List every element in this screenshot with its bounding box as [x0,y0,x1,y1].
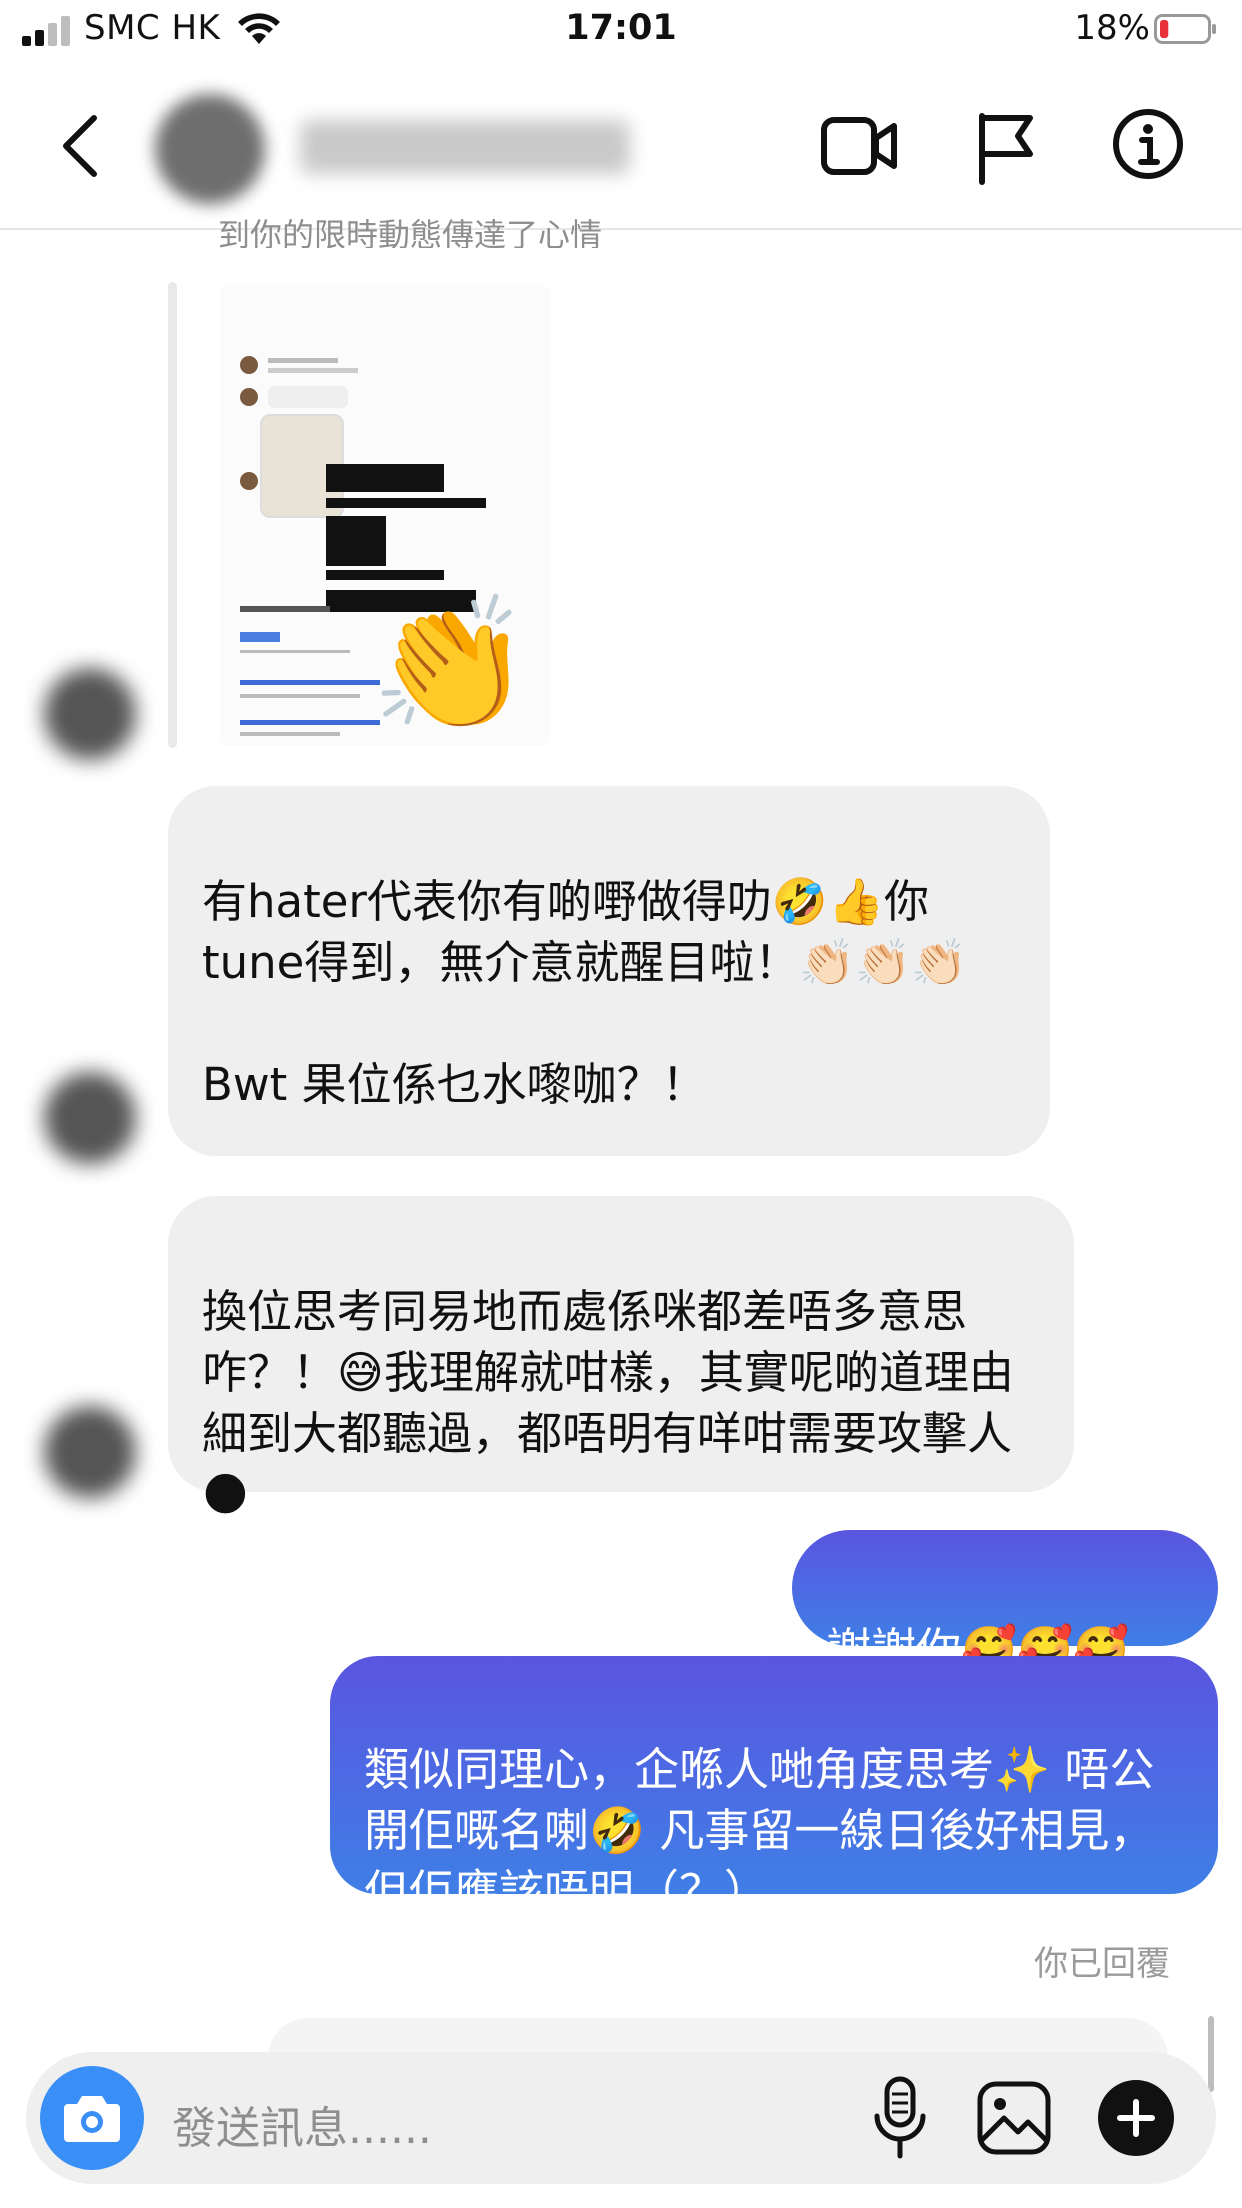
story-reply-note: 到你的限時動態傳達了心情 [218,216,603,248]
message-composer: 發送訊息...... [26,2052,1216,2184]
shared-story-thumbnail[interactable]: 👏 [220,284,550,746]
video-camera-icon[interactable] [820,112,900,180]
sender-avatar [44,1406,136,1498]
message-text: 類似同理心，企喺人哋角度思考✨ 唔公開佢嘅名喇🤣 凡事留一線日後好相見，但佢應該… [364,1743,1155,1918]
flag-icon[interactable] [974,110,1038,186]
message-text: 換位思考同易地而處係咪都差唔多意思咋？！😅我理解就咁樣，其實呢啲道理由細到大都聽… [202,1285,1014,1521]
chat-header [0,64,1242,230]
camera-button[interactable] [40,2066,144,2170]
message-bubble-received[interactable]: 換位思考同易地而處係咪都差唔多意思咋？！😅我理解就咁樣，其實呢啲道理由細到大都聽… [168,1196,1074,1521]
sender-avatar [44,668,136,760]
message-bubble-sent[interactable]: 類似同理心，企喺人哋角度思考✨ 唔公開佢嘅名喇🤣 凡事留一線日後好相見，但佢應該… [330,1656,1218,1918]
message-input[interactable]: 發送訊息...... [172,2092,432,2156]
battery-percent: 18% [1074,8,1150,48]
image-icon[interactable] [976,2080,1052,2156]
info-icon[interactable] [1112,108,1184,180]
plus-icon [1117,2099,1155,2137]
message-bubble-sent[interactable]: 謝謝你🥰🥰🥰 [792,1530,1218,1676]
replied-label: 你已回覆 [1034,1944,1170,1984]
sender-avatar [44,1072,136,1164]
microphone-icon[interactable] [872,2076,928,2160]
scroll-indicator[interactable] [1208,2016,1214,2092]
status-bar: SMC HK 17:01 18% [0,0,1242,64]
plus-button[interactable] [1098,2080,1174,2156]
clock: 17:01 [565,8,677,48]
message-text: 有hater代表你有啲嘢做得叻🤣👍你tune得到，無介意就醒目啦！👏🏻👏🏻👏🏻 … [202,875,968,1111]
message-bubble-received[interactable]: 有hater代表你有啲嘢做得叻🤣👍你tune得到，無介意就醒目啦！👏🏻👏🏻👏🏻 … [168,786,1050,1156]
camera-icon [64,2096,120,2142]
battery-icon [1154,14,1216,44]
chevron-left-icon[interactable] [58,112,104,180]
contact-avatar[interactable] [155,94,265,204]
clapping-hands-emoji: 👏 [370,588,532,740]
shared-story-line [168,282,177,748]
contact-name[interactable] [300,120,630,174]
